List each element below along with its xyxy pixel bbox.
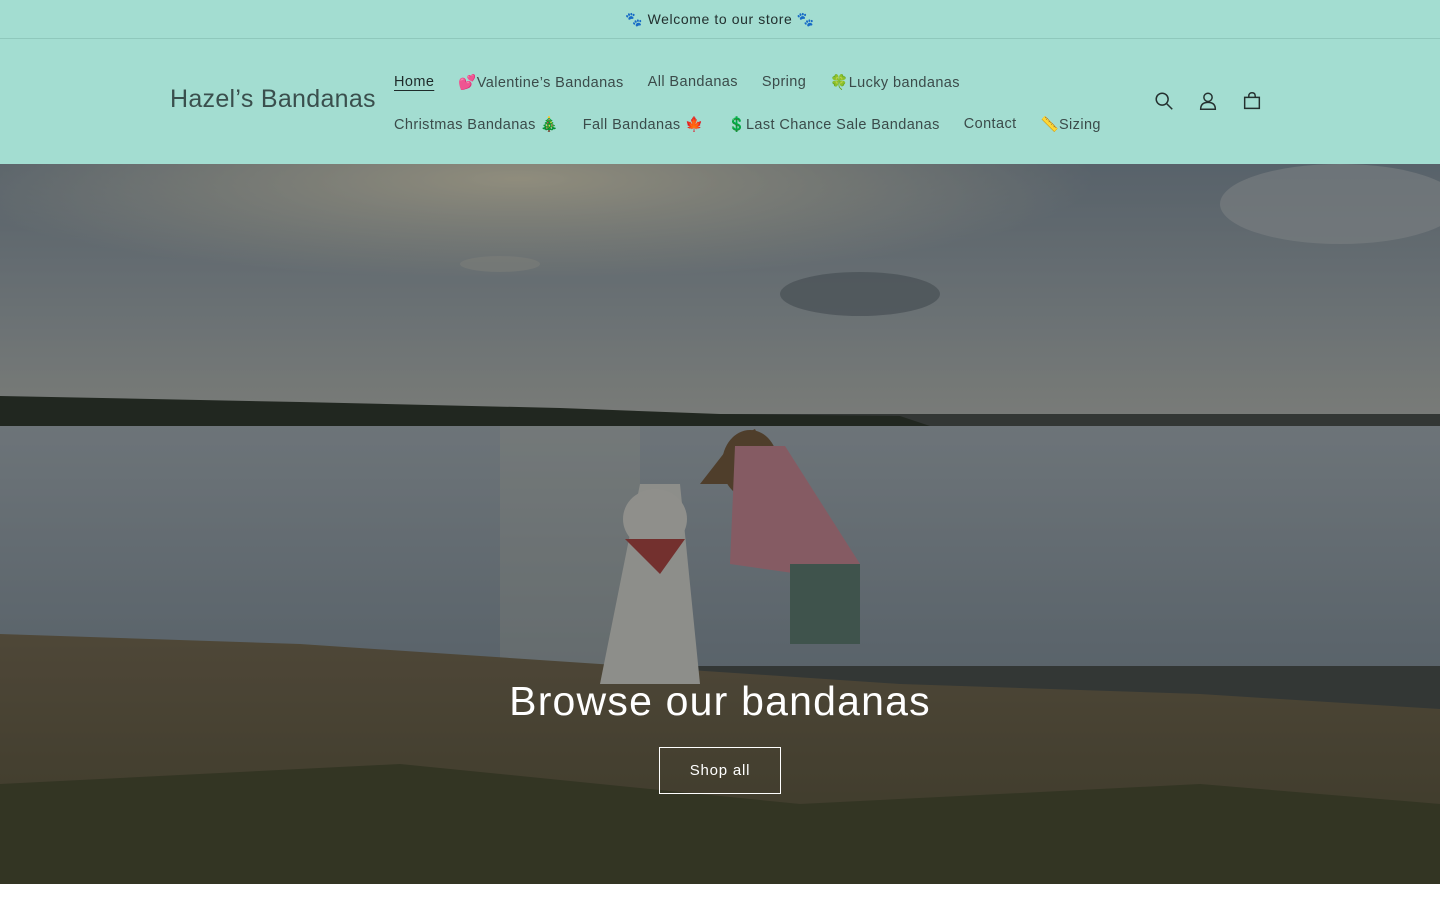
nav-row-2: Christmas Bandanas 🎄 Fall Bandanas 🍁 💲La… xyxy=(382,103,1100,145)
search-icon xyxy=(1155,92,1173,110)
search-button[interactable] xyxy=(1142,79,1186,123)
main-nav: Home 💕Valentine’s Bandanas All Bandanas … xyxy=(382,61,1100,145)
account-icon xyxy=(1199,92,1217,110)
nav-link-valentines[interactable]: 💕Valentine’s Bandanas xyxy=(446,74,635,91)
nav-link-lucky[interactable]: 🍀Lucky bandanas xyxy=(818,74,972,91)
announcement-text: 🐾 Welcome to our store 🐾 xyxy=(625,10,815,27)
nav-link-home[interactable]: Home xyxy=(382,74,446,90)
nav-link-sizing[interactable]: 📏Sizing xyxy=(1029,116,1113,133)
nav-link-christmas[interactable]: Christmas Bandanas 🎄 xyxy=(382,116,571,133)
header-icons xyxy=(1142,79,1274,123)
announcement-bar: 🐾 Welcome to our store 🐾 xyxy=(0,0,1440,39)
nav-link-all-bandanas[interactable]: All Bandanas xyxy=(636,74,750,90)
cart-button[interactable] xyxy=(1230,79,1274,123)
hero-banner: Browse our bandanas Shop all xyxy=(0,164,1440,884)
account-button[interactable] xyxy=(1186,79,1230,123)
shop-all-button[interactable]: Shop all xyxy=(659,747,781,794)
store-logo[interactable]: Hazel’s Bandanas xyxy=(170,85,376,114)
nav-link-spring[interactable]: Spring xyxy=(750,74,818,90)
site-header: Hazel’s Bandanas Home 💕Valentine’s Banda… xyxy=(0,39,1440,164)
nav-link-contact[interactable]: Contact xyxy=(952,116,1029,132)
nav-link-fall[interactable]: Fall Bandanas 🍁 xyxy=(571,116,716,133)
nav-link-sale[interactable]: 💲Last Chance Sale Bandanas xyxy=(715,116,951,133)
cart-icon xyxy=(1243,92,1261,110)
nav-row-1: Home 💕Valentine’s Bandanas All Bandanas … xyxy=(382,61,1082,103)
hero-heading: Browse our bandanas xyxy=(509,678,931,724)
